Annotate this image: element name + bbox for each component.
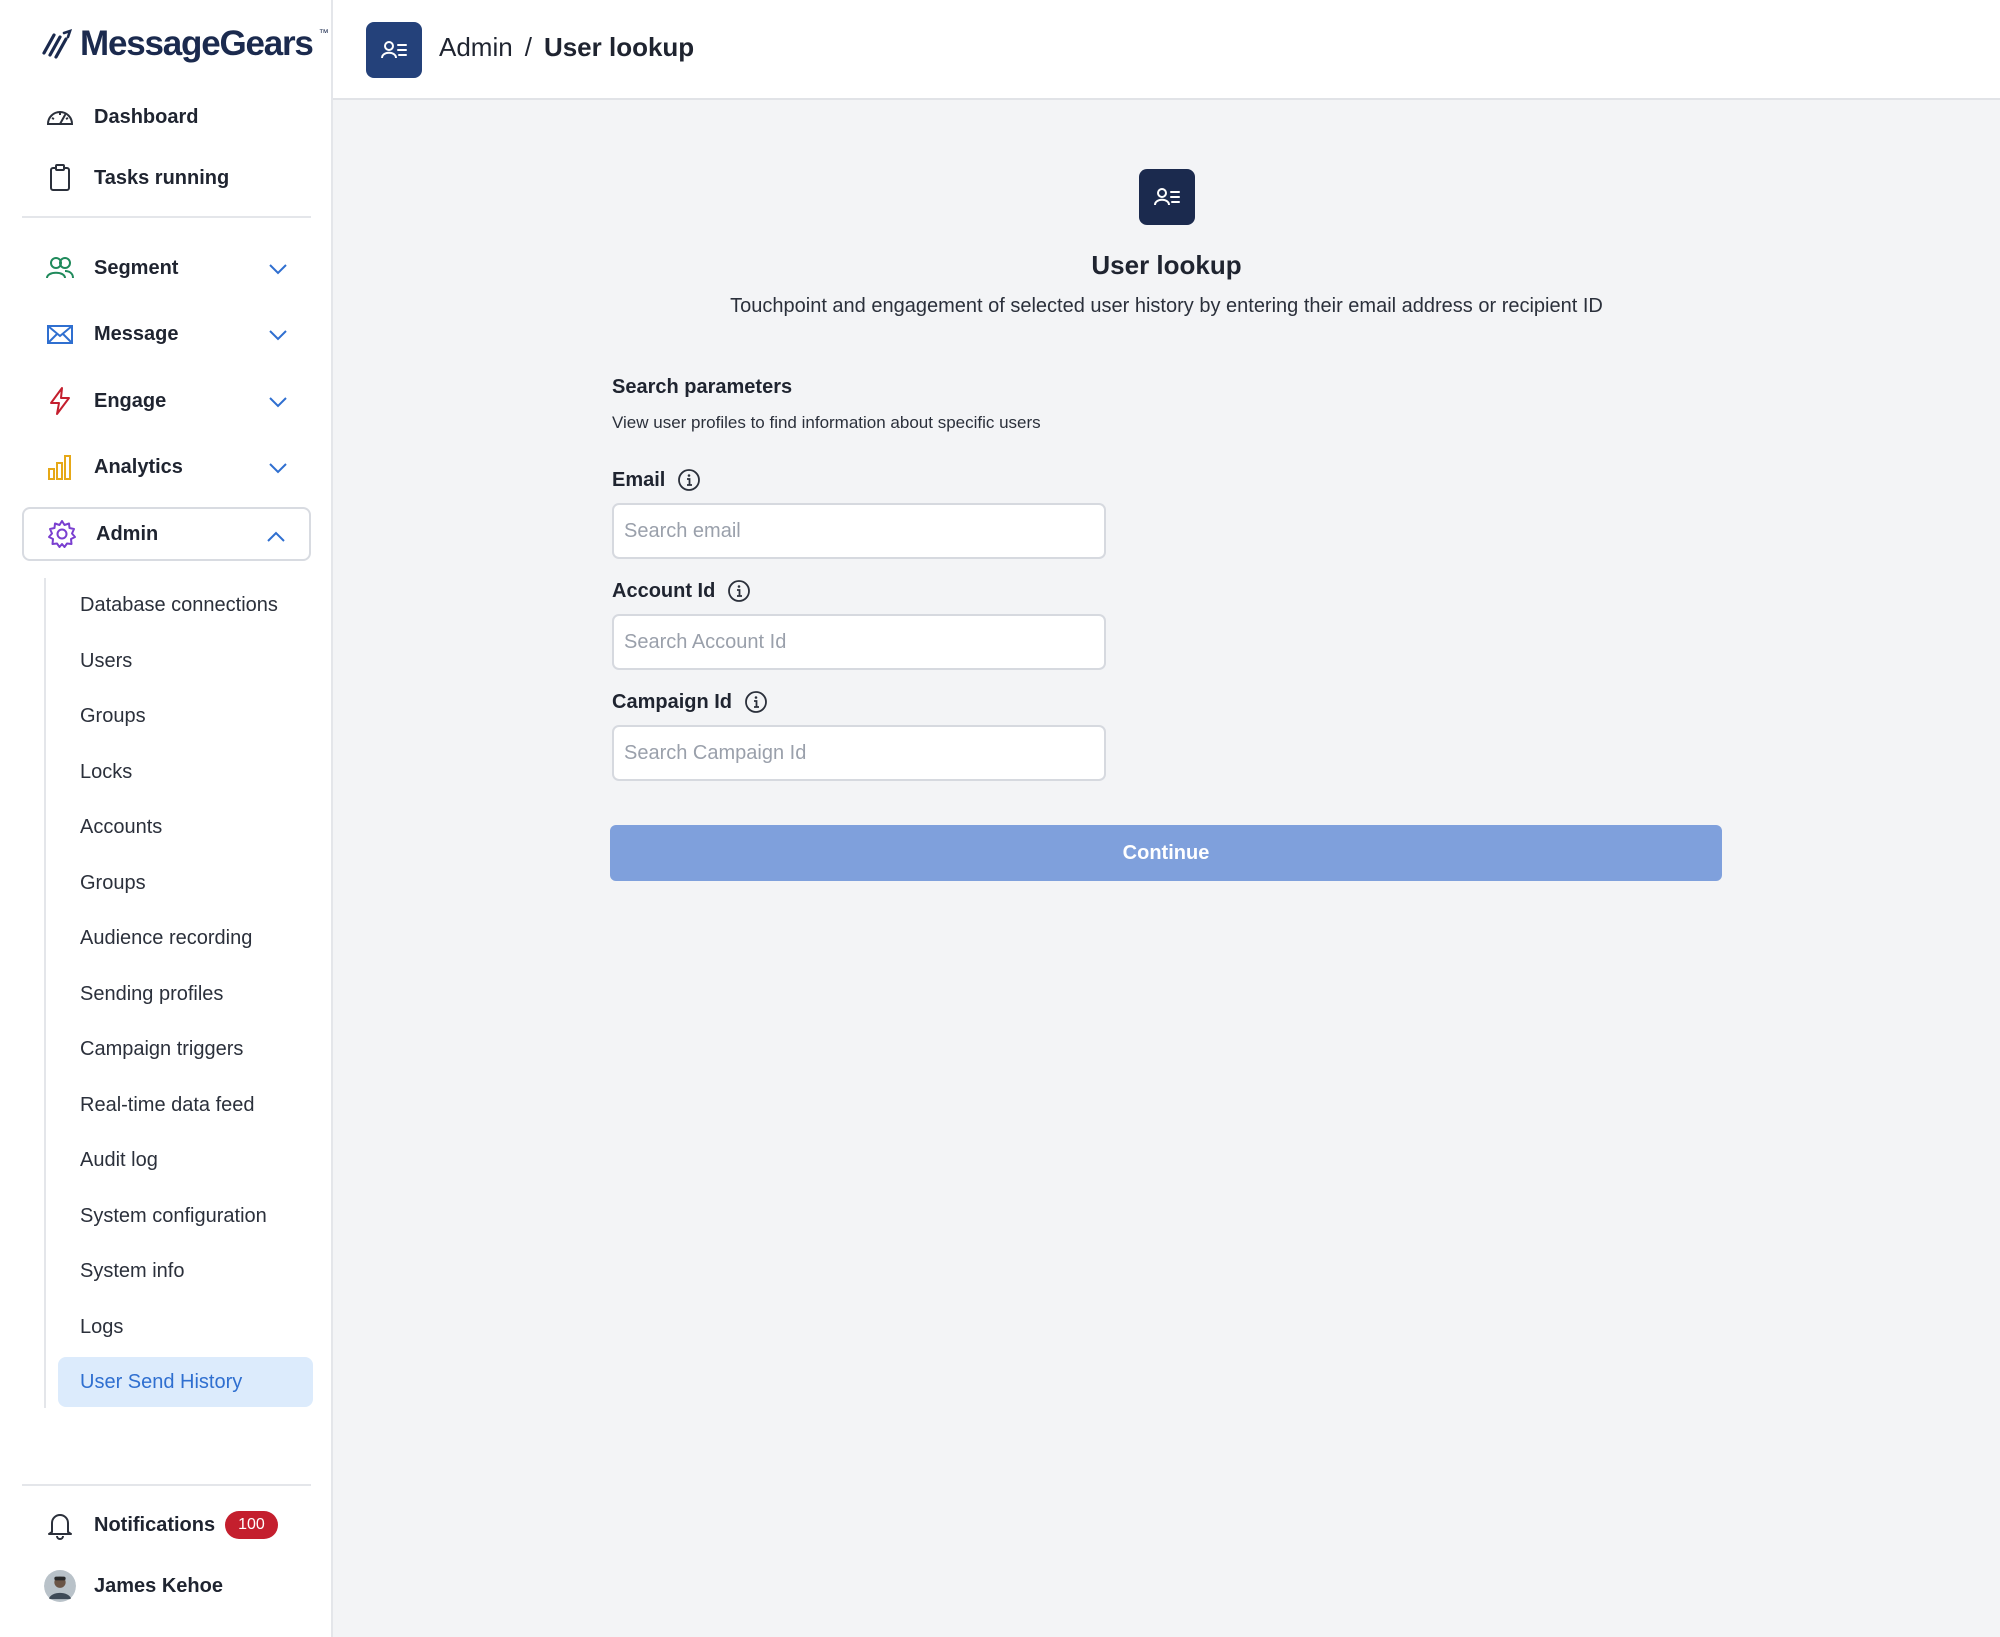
main-content: Admin / User lookup User lookup Touchpoi… xyxy=(333,0,2000,1637)
nav-user-profile[interactable]: James Kehoe xyxy=(22,1559,311,1613)
user-name: James Kehoe xyxy=(94,1574,223,1597)
chevron-down-icon[interactable] xyxy=(267,457,289,479)
info-icon[interactable] xyxy=(744,690,768,714)
email-field[interactable] xyxy=(612,503,1106,559)
campaign-id-label: Campaign Id xyxy=(612,690,768,714)
email-label: Email xyxy=(612,468,701,492)
info-icon[interactable] xyxy=(727,579,751,603)
info-icon[interactable] xyxy=(677,468,701,492)
app-root: MessageGears ™ Dashboard Tasks running S… xyxy=(0,0,2000,1637)
sidebar-item-database-connections[interactable]: Database connections xyxy=(58,580,313,630)
bell-icon xyxy=(44,1509,76,1541)
sidebar-item-groups[interactable]: Groups xyxy=(58,691,313,741)
messagegears-logo-icon xyxy=(42,28,73,59)
nav-engage[interactable]: Engage xyxy=(22,374,311,428)
chevron-down-icon[interactable] xyxy=(267,324,289,346)
account-id-label: Account Id xyxy=(612,579,751,603)
sidebar-item-locks[interactable]: Locks xyxy=(58,747,313,797)
user-list-icon xyxy=(1139,169,1195,225)
breadcrumb-current: User lookup xyxy=(543,32,695,62)
user-lookup-form: Search parameters View user profiles to … xyxy=(610,376,1724,881)
bar-chart-icon xyxy=(44,451,76,483)
breadcrumb-separator: / xyxy=(524,32,532,62)
account-id-label-text: Account Id xyxy=(612,579,716,602)
nav-dashboard[interactable]: Dashboard xyxy=(22,90,311,144)
sidebar-item-audience-recording[interactable]: Audience recording xyxy=(58,913,313,963)
campaign-id-label-text: Campaign Id xyxy=(612,690,733,713)
nav-message[interactable]: Message xyxy=(22,307,311,361)
avatar xyxy=(44,1570,76,1602)
sidebar-divider-bottom xyxy=(22,1484,311,1486)
nav-message-label: Message xyxy=(94,322,179,345)
nav-notifications[interactable]: Notifications 100 xyxy=(22,1498,311,1552)
email-label-text: Email xyxy=(612,468,666,491)
sidebar-item-logs[interactable]: Logs xyxy=(58,1302,313,1352)
section-subtitle: View user profiles to find information a… xyxy=(612,413,1041,432)
notifications-count-badge: 100 xyxy=(225,1511,278,1539)
nav-engage-label: Engage xyxy=(94,389,167,412)
account-id-field[interactable] xyxy=(612,614,1106,670)
sidebar-item-system-info[interactable]: System info xyxy=(58,1246,313,1296)
sidebar-item-accounts[interactable]: Accounts xyxy=(58,802,313,852)
chevron-up-icon[interactable] xyxy=(265,526,287,548)
breadcrumb-admin[interactable]: Admin xyxy=(439,32,513,63)
admin-subnav: Database connections Users Groups Locks … xyxy=(44,578,313,1408)
nav-analytics-label: Analytics xyxy=(94,455,183,478)
users-icon xyxy=(44,252,76,284)
sidebar-item-groups-2[interactable]: Groups xyxy=(58,858,313,908)
gauge-icon xyxy=(44,101,76,133)
sidebar-item-real-time-data-feed[interactable]: Real-time data feed xyxy=(58,1080,313,1130)
nav-tasks-running[interactable]: Tasks running xyxy=(22,151,311,205)
nav-dashboard-label: Dashboard xyxy=(94,105,199,128)
sidebar-item-sending-profiles[interactable]: Sending profiles xyxy=(58,969,313,1019)
chevron-down-icon[interactable] xyxy=(267,258,289,280)
clipboard-icon xyxy=(44,162,76,194)
brand-name: MessageGears xyxy=(80,24,314,63)
sidebar-item-system-configuration[interactable]: System configuration xyxy=(58,1191,313,1241)
section-title: Search parameters xyxy=(612,376,793,398)
nav-admin[interactable]: Admin xyxy=(22,507,311,561)
continue-button[interactable]: Continue xyxy=(610,825,1722,881)
gear-icon xyxy=(46,518,78,550)
nav-segment[interactable]: Segment xyxy=(22,241,311,295)
brand-logo[interactable]: MessageGears ™ xyxy=(40,22,329,66)
nav-segment-label: Segment xyxy=(94,256,179,279)
sidebar-item-audit-log[interactable]: Audit log xyxy=(58,1135,313,1185)
page-title: User lookup xyxy=(1091,250,1242,280)
sidebar-item-user-send-history[interactable]: User Send History xyxy=(58,1357,313,1407)
nav-admin-label: Admin xyxy=(96,522,159,545)
top-bar: Admin / User lookup xyxy=(333,0,2000,100)
lightning-icon xyxy=(44,385,76,417)
user-list-icon xyxy=(366,22,422,78)
chevron-down-icon[interactable] xyxy=(267,391,289,413)
nav-tasks-running-label: Tasks running xyxy=(94,166,230,189)
sidebar-item-users[interactable]: Users xyxy=(58,636,313,686)
page-description: Touchpoint and engagement of selected us… xyxy=(730,295,1603,317)
nav-notifications-label: Notifications xyxy=(94,1513,216,1536)
envelope-icon xyxy=(44,318,76,350)
nav-analytics[interactable]: Analytics xyxy=(22,440,311,494)
sidebar-divider-top xyxy=(22,216,311,218)
sidebar-item-campaign-triggers[interactable]: Campaign triggers xyxy=(58,1024,313,1074)
breadcrumb: Admin / User lookup xyxy=(439,32,694,63)
campaign-id-field[interactable] xyxy=(612,725,1106,781)
sidebar: MessageGears ™ Dashboard Tasks running S… xyxy=(0,0,333,1637)
brand-trademark: ™ xyxy=(318,28,329,39)
